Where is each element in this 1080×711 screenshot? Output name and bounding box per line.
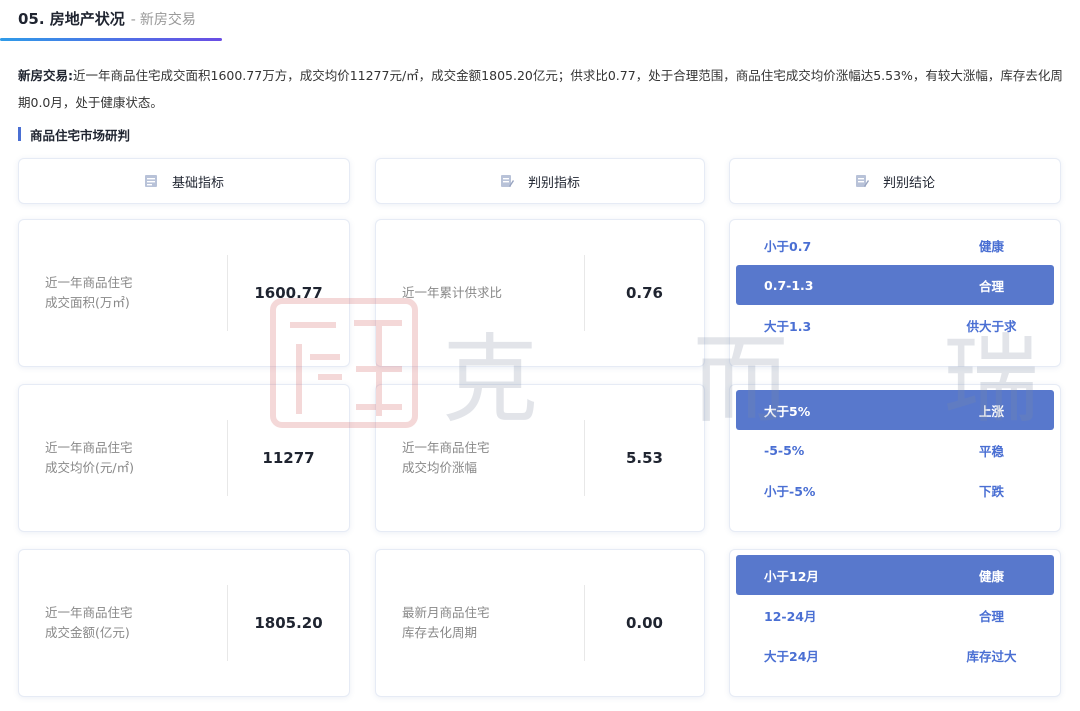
conclusion-row: 小于0.7 健康 bbox=[764, 238, 1004, 254]
basic-metric-card: 近一年商品住宅 成交金额(亿元) 1805.20 bbox=[18, 549, 350, 697]
conclusion-row: 大于1.3 供大于求 bbox=[764, 318, 1017, 334]
summary-paragraph: 新房交易:近一年商品住宅成交面积1600.77万方，成交均价11277元/㎡，成… bbox=[18, 62, 1063, 116]
section-title: 商品住宅市场研判 bbox=[18, 126, 131, 143]
section-title-bar bbox=[18, 127, 21, 141]
metric-value: 1600.77 bbox=[254, 284, 323, 302]
metric-value: 0.76 bbox=[625, 284, 663, 302]
column-header-basic: 基础指标 bbox=[18, 158, 350, 204]
conclusion-row-highlighted: 小于12月 健康 bbox=[736, 555, 1054, 595]
column-header-conclusion: 判别结论 bbox=[729, 158, 1061, 204]
column-header-basic-label: 基础指标 bbox=[171, 175, 224, 191]
edit-icon bbox=[855, 174, 869, 188]
metric-label: 近一年商品住宅 成交均价涨幅 bbox=[402, 440, 490, 475]
metric-label: 近一年商品住宅 成交金额(亿元) bbox=[45, 605, 133, 640]
summary-text: 近一年商品住宅成交面积1600.77万方，成交均价11277元/㎡，成交金额18… bbox=[18, 68, 1063, 110]
judge-metric-card: 近一年累计供求比 0.76 bbox=[375, 219, 705, 367]
metric-label: 近一年累计供求比 bbox=[402, 285, 503, 300]
table-icon bbox=[144, 174, 158, 188]
basic-metric-card: 近一年商品住宅 成交面积(万㎡) 1600.77 bbox=[18, 219, 350, 367]
conclusion-row-highlighted: 大于5% 上涨 bbox=[736, 390, 1054, 430]
title-separator: - bbox=[130, 12, 136, 28]
metric-value: 1805.20 bbox=[254, 614, 323, 632]
column-header-judge-metric-label: 判别指标 bbox=[527, 175, 580, 191]
conclusion-card: 小于0.7 健康 0.7-1.3 合理 大于1.3 供大于求 bbox=[729, 219, 1061, 367]
conclusion-row: 12-24月 合理 bbox=[764, 608, 1004, 624]
column-header-judge-metric: 判别指标 bbox=[375, 158, 705, 204]
edit-icon bbox=[500, 174, 514, 188]
basic-metric-card: 近一年商品住宅 成交均价(元/㎡) 11277 bbox=[18, 384, 350, 532]
section-number-title: 05. 房地产状况 bbox=[18, 10, 125, 28]
metric-value: 5.53 bbox=[625, 449, 663, 467]
page-header: 05. 房地产状况 - 新房交易 bbox=[18, 8, 196, 30]
conclusion-row: 大于24月 库存过大 bbox=[764, 648, 1017, 664]
metric-label: 最新月商品住宅 库存去化周期 bbox=[402, 605, 490, 640]
metric-value: 0.00 bbox=[625, 614, 663, 632]
section-subtitle: 新房交易 bbox=[139, 12, 196, 28]
metric-label: 近一年商品住宅 成交均价(元/㎡) bbox=[45, 440, 134, 475]
header-underline bbox=[0, 38, 222, 41]
conclusion-row: -5-5% 平稳 bbox=[764, 442, 1004, 459]
column-header-conclusion-label: 判别结论 bbox=[882, 175, 935, 191]
conclusion-row: 小于-5% 下跌 bbox=[764, 483, 1004, 499]
judge-metric-card: 最新月商品住宅 库存去化周期 0.00 bbox=[375, 549, 705, 697]
metric-value: 11277 bbox=[262, 449, 315, 467]
conclusion-card: 大于5% 上涨 -5-5% 平稳 小于-5% 下跌 bbox=[729, 384, 1061, 532]
section-title-text: 商品住宅市场研判 bbox=[30, 127, 131, 143]
summary-label: 新房交易: bbox=[18, 68, 73, 83]
conclusion-card: 小于12月 健康 12-24月 合理 大于24月 库存过大 bbox=[729, 549, 1061, 697]
conclusion-row-highlighted: 0.7-1.3 合理 bbox=[736, 265, 1054, 305]
metric-label: 近一年商品住宅 成交面积(万㎡) bbox=[45, 275, 133, 310]
judge-metric-card: 近一年商品住宅 成交均价涨幅 5.53 bbox=[375, 384, 705, 532]
